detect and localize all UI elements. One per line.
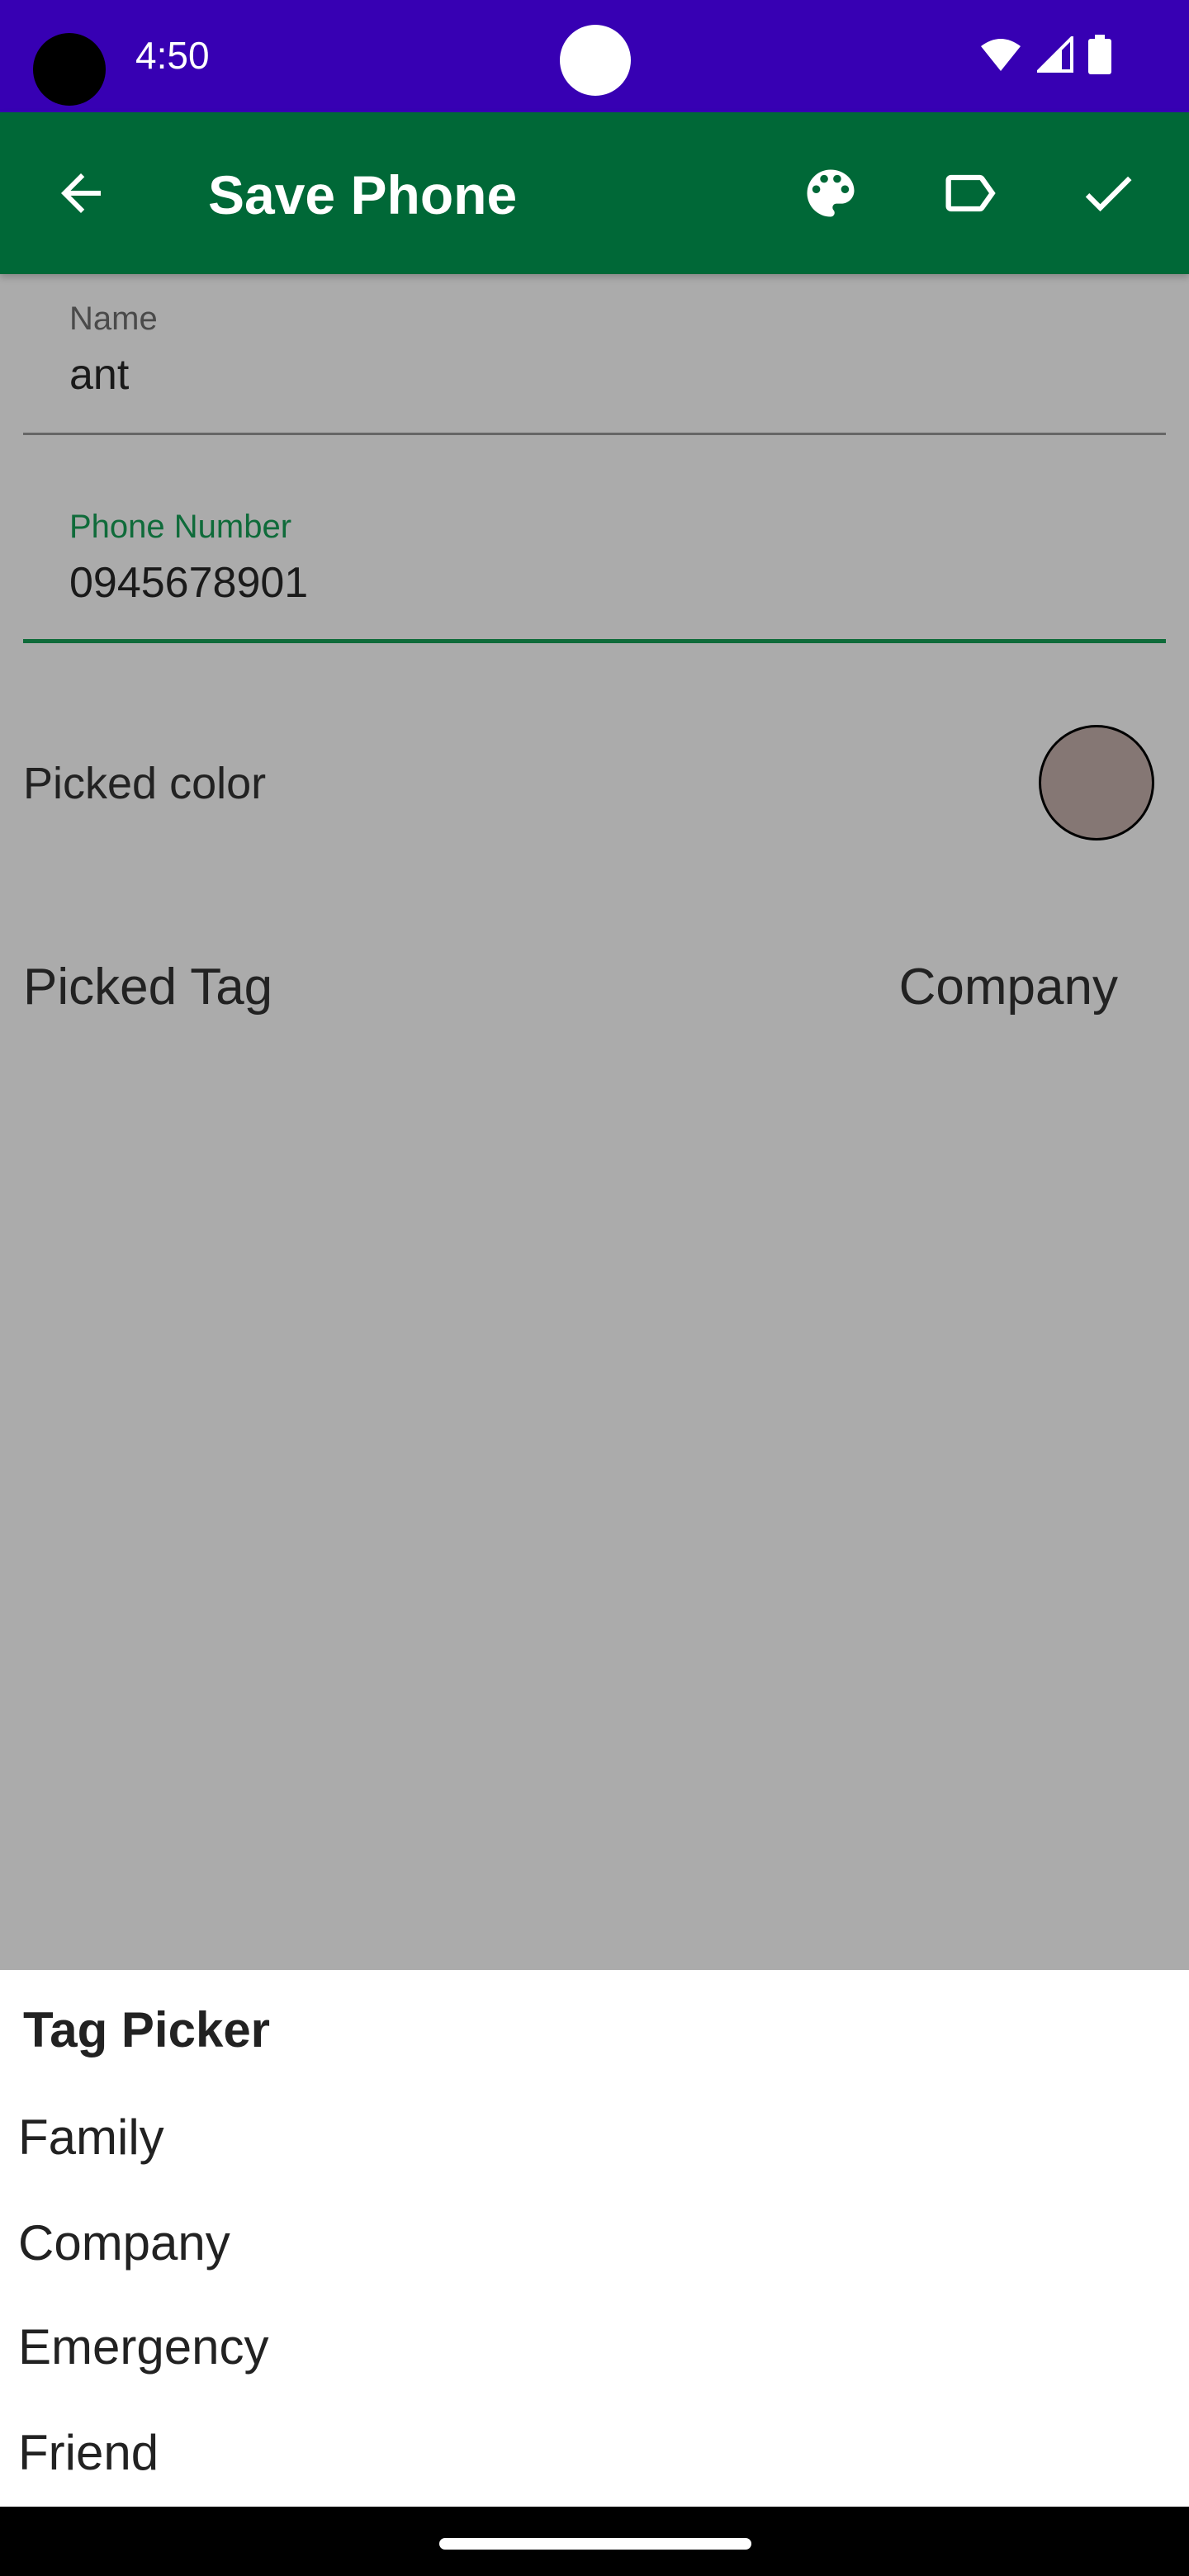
gesture-handle[interactable] (439, 2538, 751, 2550)
tag-picker-title: Tag Picker (23, 2002, 271, 2057)
picked-tag-label: Picked Tag (23, 959, 273, 1016)
app-bar: Save Phone (0, 112, 1189, 274)
tag-option-friend[interactable]: Friend (18, 2424, 159, 2481)
status-bar: 4:50 (0, 0, 1189, 112)
name-field-value[interactable]: ant (69, 350, 129, 400)
tag-option-company[interactable]: Company (18, 2214, 230, 2271)
name-field-underline (23, 433, 1166, 435)
name-field-label: Name (69, 301, 158, 337)
phone-number-field-label: Phone Number (69, 509, 292, 545)
tag-option-family[interactable]: Family (18, 2109, 164, 2166)
battery-icon (1088, 35, 1111, 74)
tag-picker-sheet: Tag Picker Family Company Emergency Frie… (0, 1970, 1189, 2507)
picked-tag-value: Company (898, 959, 1118, 1016)
phone-number-field-underline (23, 639, 1166, 643)
notification-dot (560, 25, 631, 96)
picked-color-swatch[interactable] (1039, 725, 1154, 841)
palette-icon[interactable] (799, 162, 862, 225)
tag-option-emergency[interactable]: Emergency (18, 2318, 268, 2375)
navigation-bar (0, 2507, 1189, 2576)
check-icon[interactable] (1077, 162, 1139, 225)
wifi-icon (981, 39, 1021, 71)
page-title: Save Phone (208, 164, 518, 225)
phone-number-field-value[interactable]: 0945678901 (69, 558, 308, 608)
status-time: 4:50 (135, 34, 210, 77)
picked-color-label: Picked color (23, 759, 267, 808)
phone-number-field[interactable]: Phone Number 0945678901 (23, 482, 1166, 647)
camera-cutout (33, 33, 106, 106)
label-icon[interactable] (938, 162, 1001, 225)
arrow-back-icon[interactable] (51, 163, 111, 223)
cellular-signal-icon (1037, 36, 1073, 73)
system-icons (979, 35, 1111, 74)
name-field[interactable]: Name ant (23, 274, 1166, 439)
